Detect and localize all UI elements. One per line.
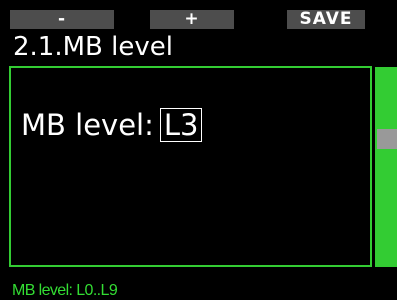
setting-label: MB level: [21, 108, 154, 142]
dive-computer-screen: - + SAVE 2.1.MB level MB level: L3 MB le… [0, 0, 397, 300]
increase-softkey[interactable]: + [150, 10, 234, 29]
mb-level-setting: MB level: L3 [21, 107, 203, 143]
scrollbar-thumb[interactable] [377, 129, 397, 149]
scrollbar-track [375, 67, 397, 267]
page-title: 2.1.MB level [13, 32, 173, 62]
decrease-softkey[interactable]: - [10, 10, 114, 29]
save-softkey[interactable]: SAVE [287, 10, 365, 29]
settings-panel [9, 66, 372, 267]
range-hint: MB level: L0..L9 [12, 282, 118, 299]
setting-value-box[interactable]: L3 [159, 108, 203, 142]
